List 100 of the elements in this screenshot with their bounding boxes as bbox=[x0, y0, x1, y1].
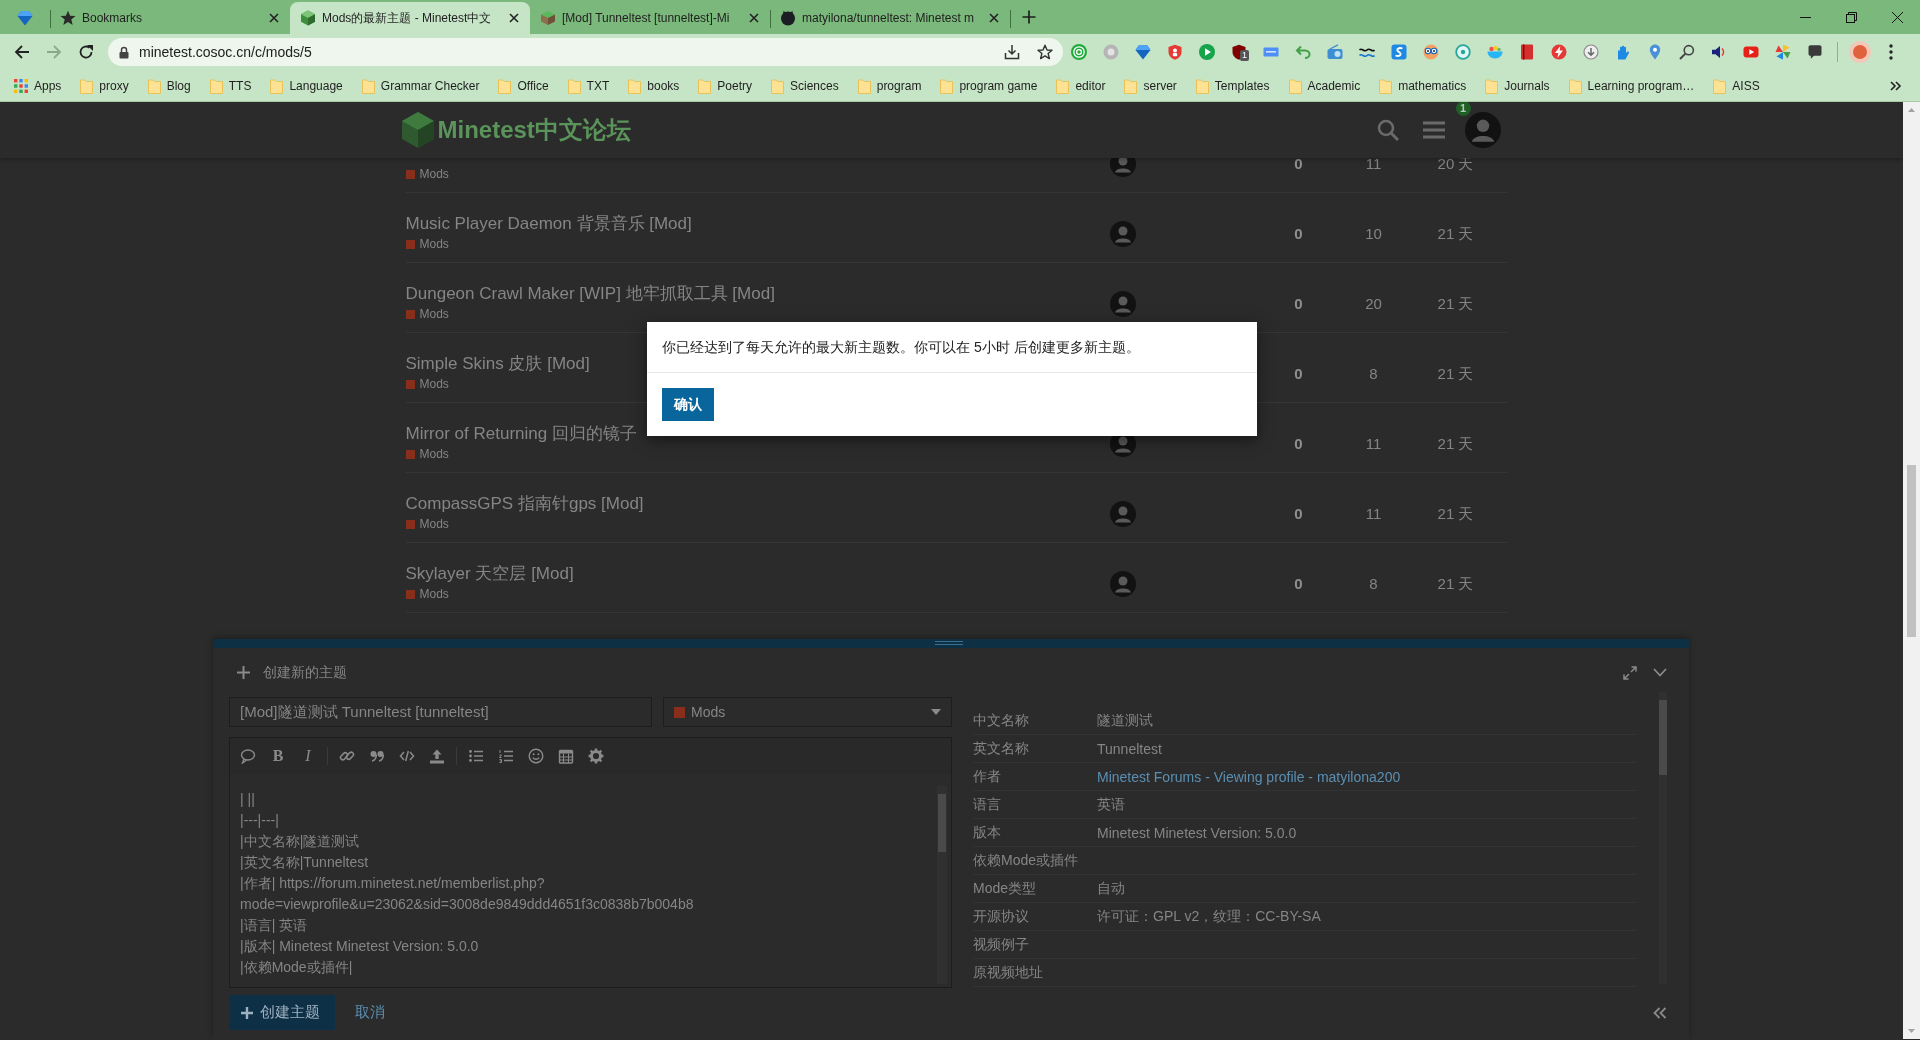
double-chevron-icon[interactable] bbox=[1890, 80, 1902, 91]
category-dropdown[interactable]: Mods bbox=[663, 697, 952, 727]
shield-icon[interactable] bbox=[1167, 44, 1183, 60]
browser-tab[interactable]: matyilona/tunneltest: Minetest m bbox=[770, 2, 1010, 34]
category-link[interactable]: Mods bbox=[405, 516, 449, 532]
format-button[interactable]: I bbox=[293, 747, 323, 765]
expand-icon[interactable] bbox=[1623, 665, 1637, 680]
undo-arrow-icon[interactable] bbox=[1295, 44, 1311, 60]
quote-icon[interactable] bbox=[369, 748, 385, 764]
back-icon[interactable] bbox=[14, 44, 30, 60]
bookmark-item[interactable]: Office bbox=[490, 73, 557, 98]
bookmark-item[interactable]: Grammar Checker bbox=[353, 73, 488, 98]
tile-icon[interactable] bbox=[1391, 44, 1407, 60]
category-link[interactable]: Mods bbox=[405, 306, 449, 322]
plus-icon[interactable] bbox=[1022, 10, 1036, 24]
more-menu-icon[interactable] bbox=[1889, 44, 1893, 60]
activity-age[interactable]: 21 天 bbox=[1437, 574, 1474, 594]
bookmark-item[interactable]: books bbox=[620, 73, 688, 98]
category-link[interactable]: Mods bbox=[405, 376, 449, 392]
editor-scrollbar[interactable] bbox=[937, 786, 947, 984]
bookmark-item[interactable]: TTS bbox=[201, 73, 260, 98]
scroll-down-icon[interactable] bbox=[1908, 1029, 1915, 1033]
grip-icon[interactable] bbox=[935, 641, 963, 645]
browser-tab[interactable]: [Mod] Tunneltest [tunneltest]-Mi bbox=[530, 2, 770, 34]
preview-scrollbar[interactable] bbox=[1659, 692, 1667, 984]
star-icon[interactable] bbox=[1037, 44, 1053, 60]
activity-age[interactable]: 21 天 bbox=[1437, 224, 1474, 244]
category-link[interactable]: Mods bbox=[405, 166, 449, 182]
cube-logo-icon[interactable] bbox=[400, 111, 435, 149]
reload-icon[interactable] bbox=[78, 44, 94, 60]
scrollbar-thumb[interactable] bbox=[1659, 700, 1667, 775]
activity-age[interactable]: 21 天 bbox=[1437, 504, 1474, 524]
restore-icon[interactable] bbox=[1845, 11, 1857, 23]
bookmark-item[interactable]: editor bbox=[1048, 73, 1114, 98]
bookmark-item[interactable]: Templates bbox=[1187, 73, 1278, 98]
download-tray-icon[interactable] bbox=[1004, 44, 1020, 60]
speaker-icon[interactable] bbox=[1711, 44, 1727, 60]
bookmark-item[interactable]: Sciences bbox=[763, 73, 847, 98]
numbered-list-icon[interactable] bbox=[498, 748, 514, 764]
glasses-face-icon[interactable] bbox=[1423, 44, 1439, 60]
topic-title-link[interactable]: Skylayer 天空层 [Mod] bbox=[405, 562, 574, 586]
bookmark-item[interactable]: server bbox=[1116, 73, 1185, 98]
ring-icon[interactable] bbox=[1455, 44, 1471, 60]
chevron-down-icon[interactable] bbox=[1653, 668, 1667, 677]
bookmark-item[interactable]: TXT bbox=[559, 73, 618, 98]
category-link[interactable]: Mods bbox=[405, 236, 449, 252]
profile-avatar-icon[interactable] bbox=[1849, 41, 1871, 63]
speech-bubble-icon[interactable] bbox=[240, 748, 256, 764]
gem-icon[interactable] bbox=[1135, 44, 1151, 60]
scrollbar-thumb[interactable] bbox=[938, 794, 946, 852]
code-icon[interactable] bbox=[399, 748, 415, 764]
calendar-icon[interactable] bbox=[558, 748, 574, 764]
radio-icon[interactable] bbox=[1327, 44, 1343, 60]
topic-title-link[interactable]: Dungeon Crawl Maker [WIP] 地牢抓取工具 [Mod] bbox=[405, 282, 775, 306]
close-icon[interactable] bbox=[1891, 11, 1903, 23]
play-icon[interactable] bbox=[1199, 44, 1215, 60]
bookmark-item[interactable]: Journals bbox=[1477, 73, 1558, 98]
fingerprint-icon[interactable] bbox=[1071, 44, 1087, 60]
bookmark-item[interactable]: mathematics bbox=[1371, 73, 1475, 98]
gear-icon[interactable] bbox=[588, 748, 604, 764]
category-link[interactable]: Mods bbox=[405, 586, 449, 602]
magnifier-icon[interactable] bbox=[1679, 44, 1695, 60]
double-chevron-left-icon[interactable] bbox=[1653, 1006, 1667, 1019]
smiley-icon[interactable] bbox=[528, 748, 544, 764]
topic-title-link[interactable]: CompassGPS 指南针gps [Mod] bbox=[405, 492, 644, 516]
bookmark-item[interactable]: proxy bbox=[72, 73, 137, 98]
bookmark-item[interactable]: Academic bbox=[1280, 73, 1369, 98]
activity-age[interactable]: 21 天 bbox=[1437, 364, 1474, 384]
title-input[interactable]: [Mod]隧道测试 Tunneltest [tunneltest] bbox=[229, 697, 652, 727]
page-scrollbar[interactable] bbox=[1903, 102, 1920, 1039]
bookmark-item[interactable]: Language bbox=[262, 73, 351, 98]
hand-icon[interactable] bbox=[1615, 44, 1631, 60]
bookmark-item[interactable]: AISS bbox=[1705, 73, 1768, 98]
bookmark-item[interactable]: Apps bbox=[6, 73, 70, 98]
cancel-link[interactable]: 取消 bbox=[355, 1003, 385, 1022]
activity-age[interactable]: 21 天 bbox=[1437, 294, 1474, 314]
bookmark-item[interactable]: program game bbox=[932, 73, 1046, 98]
category-link[interactable]: Mods bbox=[405, 446, 449, 462]
topic-title-link[interactable]: Music Player Daemon 背景音乐 [Mod] bbox=[405, 212, 692, 236]
link-icon[interactable] bbox=[339, 748, 355, 764]
confirm-button[interactable]: 确认 bbox=[662, 388, 714, 421]
bolt-icon[interactable] bbox=[1551, 44, 1567, 60]
bowl-icon[interactable] bbox=[1487, 44, 1503, 60]
chat-bubble-icon[interactable] bbox=[1807, 44, 1823, 60]
topic-title-link[interactable]: Simple Skins 皮肤 [Mod] bbox=[405, 352, 590, 376]
format-button[interactable]: B bbox=[263, 747, 293, 765]
site-title[interactable]: Minetest中文论坛 bbox=[437, 114, 631, 146]
activity-age[interactable]: 20 天 bbox=[1437, 158, 1474, 174]
browser-tab[interactable]: Mods的最新主题 - Minetest中文 bbox=[290, 2, 530, 34]
profile-link[interactable]: Minetest Forums - Viewing profile - matyilona200 bbox=[1097, 768, 1401, 785]
book-icon[interactable] bbox=[1519, 44, 1535, 60]
create-topic-button[interactable]: 创建主题 bbox=[229, 995, 335, 1030]
notification-badge[interactable]: 1 bbox=[1455, 102, 1471, 116]
bookmark-item[interactable]: Blog bbox=[139, 73, 199, 98]
bookmark-item[interactable]: Poetry bbox=[690, 73, 760, 98]
map-pin-icon[interactable] bbox=[1647, 44, 1663, 60]
activity-age[interactable]: 21 天 bbox=[1437, 434, 1474, 454]
bookmark-item[interactable]: Learning program… bbox=[1560, 73, 1703, 98]
menu-icon[interactable] bbox=[1422, 120, 1445, 140]
user-avatar[interactable] bbox=[1464, 112, 1501, 148]
